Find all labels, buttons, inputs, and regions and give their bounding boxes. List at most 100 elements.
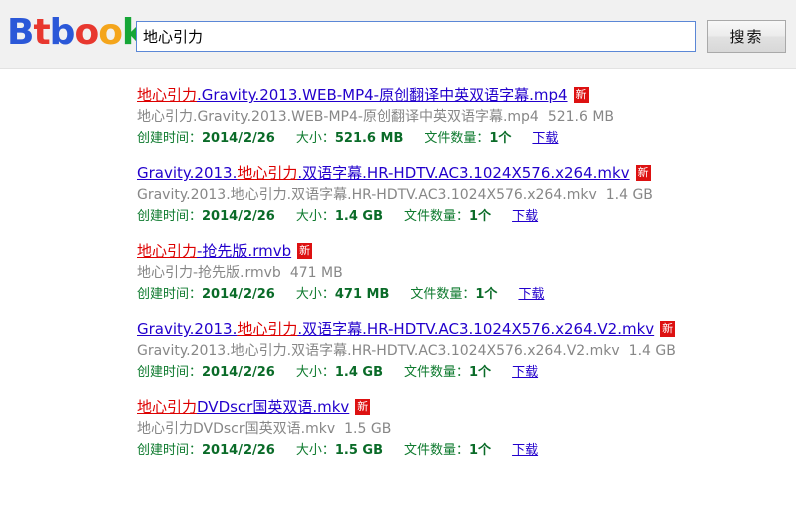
- title-text: Gravity.2013.: [137, 164, 238, 182]
- created-time-value: 2014/2/26: [202, 287, 275, 302]
- file-count-value: 1个: [489, 131, 512, 146]
- new-badge: 新: [635, 165, 651, 181]
- file-count-label-group: 文件数量：1个: [404, 365, 491, 380]
- title-text: .双语字幕.HR-HDTV.AC3.1024X576.x264.V2.mkv: [297, 320, 655, 338]
- result-description: Gravity.2013.地心引力.双语字幕.HR-HDTV.AC3.1024X…: [137, 186, 796, 205]
- search-results-list: 地心引力.Gravity.2013.WEB-MP4-原创翻译中英双语字幕.mp4…: [0, 69, 796, 460]
- size-label-group: 大小：1.4 GB: [296, 209, 383, 224]
- result-title-link[interactable]: Gravity.2013.地心引力.双语字幕.HR-HDTV.AC3.1024X…: [137, 164, 630, 182]
- description-filename: Gravity.2013.地心引力.双语字幕.HR-HDTV.AC3.1024X…: [137, 343, 620, 359]
- result-item: 地心引力DVDscr国英双语.mkv 新地心引力DVDscr国英双语.mkv 1.5…: [137, 397, 796, 460]
- size-label: 大小：: [295, 287, 335, 302]
- created-time-label-group: 创建时间：2014/2/26: [137, 365, 275, 380]
- logo-letter-4: o: [98, 12, 123, 53]
- result-item: Gravity.2013.地心引力.双语字幕.HR-HDTV.AC3.1024X…: [137, 319, 796, 382]
- file-count-label: 文件数量：: [424, 131, 490, 146]
- file-count-label-group: 文件数量：1个: [404, 443, 491, 458]
- size-label: 大小：: [295, 443, 335, 458]
- size-value: 521.6 MB: [334, 131, 404, 146]
- result-title: 地心引力DVDscr国英双语.mkv 新: [137, 397, 796, 417]
- file-count-label: 文件数量：: [404, 209, 470, 224]
- result-description: 地心引力-抢先版.rmvb 471 MB: [137, 264, 796, 283]
- size-value: 1.4 GB: [334, 209, 383, 224]
- result-description: Gravity.2013.地心引力.双语字幕.HR-HDTV.AC3.1024X…: [137, 342, 796, 361]
- size-value: 471 MB: [334, 287, 390, 302]
- created-time-value: 2014/2/26: [202, 209, 275, 224]
- title-keyword: 地心引力: [237, 320, 298, 338]
- size-value: 1.4 GB: [334, 365, 383, 380]
- title-keyword: 地心引力: [137, 398, 198, 416]
- created-time-label: 创建时间：: [137, 443, 203, 458]
- description-filename: 地心引力.Gravity.2013.WEB-MP4-原创翻译中英双语字幕.mp4: [137, 109, 539, 125]
- new-badge: 新: [355, 399, 371, 415]
- size-label-group: 大小：1.5 GB: [296, 443, 383, 458]
- file-count-label-group: 文件数量：1个: [424, 131, 511, 146]
- size-label: 大小：: [295, 209, 335, 224]
- download-link[interactable]: 下载: [512, 209, 538, 224]
- description-filename: Gravity.2013.地心引力.双语字幕.HR-HDTV.AC3.1024X…: [137, 187, 597, 203]
- result-title: Gravity.2013.地心引力.双语字幕.HR-HDTV.AC3.1024X…: [137, 319, 796, 339]
- result-meta: 创建时间：2014/2/26 大小：471 MB 文件数量：1个 下载: [137, 286, 796, 304]
- size-label-group: 大小：471 MB: [296, 287, 390, 302]
- file-count-value: 1个: [469, 209, 492, 224]
- created-time-value: 2014/2/26: [202, 131, 275, 146]
- file-count-label-group: 文件数量：1个: [410, 287, 497, 302]
- result-title-link[interactable]: 地心引力-抢先版.rmvb: [137, 242, 291, 260]
- created-time-label-group: 创建时间：2014/2/26: [137, 443, 275, 458]
- created-time-label-group: 创建时间：2014/2/26: [137, 287, 275, 302]
- title-text: DVDscr国英双语.mkv: [197, 398, 350, 416]
- size-label: 大小：: [295, 131, 335, 146]
- result-item: 地心引力.Gravity.2013.WEB-MP4-原创翻译中英双语字幕.mp4…: [137, 85, 796, 148]
- result-title: 地心引力.Gravity.2013.WEB-MP4-原创翻译中英双语字幕.mp4…: [137, 85, 796, 105]
- description-size: 471 MB: [289, 265, 343, 281]
- description-size: 1.4 GB: [605, 187, 653, 203]
- new-badge: 新: [573, 87, 589, 103]
- new-badge: 新: [297, 243, 313, 259]
- result-title-link[interactable]: 地心引力DVDscr国英双语.mkv: [137, 398, 349, 416]
- title-text: -抢先版.rmvb: [197, 242, 292, 260]
- download-link[interactable]: 下载: [532, 131, 558, 146]
- result-item: Gravity.2013.地心引力.双语字幕.HR-HDTV.AC3.1024X…: [137, 163, 796, 226]
- result-meta: 创建时间：2014/2/26 大小：1.4 GB 文件数量：1个 下载: [137, 208, 796, 226]
- description-size: 1.4 GB: [628, 343, 676, 359]
- created-time-label: 创建时间：: [137, 287, 203, 302]
- title-text: .Gravity.2013.WEB-MP4-原创翻译中英双语字幕.mp4: [197, 86, 568, 104]
- logo-letter-2: b: [49, 12, 76, 53]
- result-title: Gravity.2013.地心引力.双语字幕.HR-HDTV.AC3.1024X…: [137, 163, 796, 183]
- result-title-link[interactable]: Gravity.2013.地心引力.双语字幕.HR-HDTV.AC3.1024X…: [137, 320, 654, 338]
- title-keyword: 地心引力: [137, 86, 198, 104]
- size-label: 大小：: [295, 365, 335, 380]
- created-time-label-group: 创建时间：2014/2/26: [137, 209, 275, 224]
- title-text: Gravity.2013.: [137, 320, 238, 338]
- size-label-group: 大小：1.4 GB: [296, 365, 383, 380]
- result-title-link[interactable]: 地心引力.Gravity.2013.WEB-MP4-原创翻译中英双语字幕.mp4: [137, 86, 568, 104]
- description-filename: 地心引力-抢先版.rmvb: [137, 265, 281, 281]
- file-count-label: 文件数量：: [410, 287, 476, 302]
- file-count-label-group: 文件数量：1个: [404, 209, 491, 224]
- site-logo[interactable]: Btbook: [7, 12, 146, 53]
- download-link[interactable]: 下载: [512, 443, 538, 458]
- size-value: 1.5 GB: [334, 443, 383, 458]
- description-size: 1.5 GB: [344, 421, 392, 437]
- search-input[interactable]: [136, 21, 696, 52]
- file-count-value: 1个: [475, 287, 498, 302]
- new-badge: 新: [660, 321, 676, 337]
- result-description: 地心引力DVDscr国英双语.mkv 1.5 GB: [137, 420, 796, 439]
- result-meta: 创建时间：2014/2/26 大小：1.4 GB 文件数量：1个 下载: [137, 364, 796, 382]
- file-count-value: 1个: [469, 443, 492, 458]
- title-keyword: 地心引力: [137, 242, 198, 260]
- logo-letter-0: B: [7, 12, 34, 53]
- result-meta: 创建时间：2014/2/26 大小：1.5 GB 文件数量：1个 下载: [137, 442, 796, 460]
- created-time-label: 创建时间：: [137, 365, 203, 380]
- created-time-label-group: 创建时间：2014/2/26: [137, 131, 275, 146]
- download-link[interactable]: 下载: [518, 287, 544, 302]
- description-filename: 地心引力DVDscr国英双语.mkv: [137, 421, 336, 437]
- download-link[interactable]: 下载: [512, 365, 538, 380]
- search-button[interactable]: 搜索: [707, 20, 786, 53]
- created-time-value: 2014/2/26: [202, 443, 275, 458]
- result-item: 地心引力-抢先版.rmvb 新地心引力-抢先版.rmvb 471 MB 创建时间：20…: [137, 241, 796, 304]
- search-header: Btbook 搜索: [0, 0, 796, 69]
- logo-letter-3: o: [74, 12, 99, 53]
- result-title: 地心引力-抢先版.rmvb 新: [137, 241, 796, 261]
- created-time-label: 创建时间：: [137, 209, 203, 224]
